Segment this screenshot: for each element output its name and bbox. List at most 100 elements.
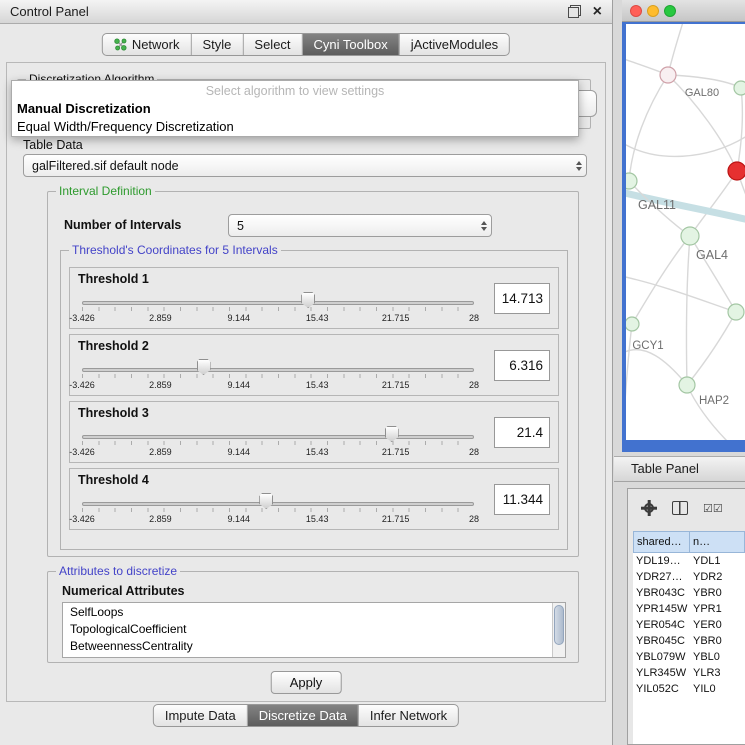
slider-ticks bbox=[82, 441, 474, 445]
attributes-group-title: Attributes to discretize bbox=[56, 564, 180, 578]
column-header[interactable]: n… bbox=[690, 531, 745, 553]
close-traffic-light-icon[interactable] bbox=[630, 5, 642, 17]
scale-label: 28 bbox=[469, 514, 479, 524]
cell-name: YBR0 bbox=[690, 633, 745, 649]
network-node[interactable] bbox=[728, 304, 744, 320]
scale-label: 2.859 bbox=[149, 313, 172, 323]
table-data-select[interactable]: galFiltered.sif default node bbox=[23, 154, 587, 177]
node-label-gal11: GAL11 bbox=[638, 198, 676, 212]
slider-track[interactable] bbox=[82, 435, 474, 439]
tab-discretize-data[interactable]: Discretize Data bbox=[247, 705, 358, 726]
scale-label: 21.715 bbox=[382, 514, 410, 524]
columns-icon[interactable] bbox=[672, 501, 688, 515]
slider-thumb[interactable] bbox=[301, 292, 315, 308]
network-node[interactable] bbox=[660, 67, 676, 83]
tab-cyni-toolbox[interactable]: Cyni Toolbox bbox=[302, 34, 399, 55]
select-columns-icon[interactable]: ☑☑ bbox=[703, 502, 723, 515]
network-node[interactable] bbox=[734, 81, 745, 95]
number-of-intervals-label: Number of Intervals bbox=[64, 218, 181, 232]
column-header[interactable]: shared… bbox=[633, 531, 690, 553]
table-row[interactable]: YBL079WYBL0 bbox=[633, 649, 745, 665]
cell-shared-name: YER054C bbox=[633, 617, 690, 633]
network-node[interactable] bbox=[679, 377, 695, 393]
attribute-item-betweennesscentrality[interactable]: BetweennessCentrality bbox=[63, 638, 552, 655]
attribute-item-topologicalcoefficient[interactable]: TopologicalCoefficient bbox=[63, 621, 552, 638]
stepper-icon[interactable] bbox=[576, 161, 582, 171]
network-icon bbox=[114, 38, 127, 51]
scale-label: -3.426 bbox=[69, 313, 95, 323]
table-row[interactable]: YBR045CYBR0 bbox=[633, 633, 745, 649]
stepper-icon[interactable] bbox=[481, 221, 487, 231]
cell-shared-name: YLR345W bbox=[633, 665, 690, 681]
network-view-window: GAL80GAL11GAL4GCY1HAP2 bbox=[622, 0, 745, 452]
network-canvas[interactable]: GAL80GAL11GAL4GCY1HAP2 bbox=[626, 24, 745, 440]
threshold-slider[interactable]: -3.4262.8599.14415.4321.71528 bbox=[82, 491, 474, 529]
attributes-group: Attributes to discretize Numerical Attri… bbox=[47, 571, 579, 663]
scale-label: 15.43 bbox=[306, 447, 329, 457]
table-row[interactable]: YPR145WYPR1 bbox=[633, 601, 745, 617]
scale-label: 9.144 bbox=[228, 380, 251, 390]
table-row[interactable]: YBR043CYBR0 bbox=[633, 585, 745, 601]
tab-select[interactable]: Select bbox=[242, 34, 301, 55]
network-edge bbox=[687, 312, 736, 385]
slider-thumb[interactable] bbox=[197, 359, 211, 375]
network-edge bbox=[629, 75, 668, 181]
table-toolbar: ☑☑ bbox=[628, 493, 745, 523]
table-row[interactable]: YDR27…YDR2 bbox=[633, 569, 745, 585]
tab-label: Cyni Toolbox bbox=[314, 37, 388, 52]
apply-button[interactable]: Apply bbox=[271, 671, 342, 694]
threshold-slider[interactable]: -3.4262.8599.14415.4321.71528 bbox=[82, 290, 474, 328]
attributes-scrollbar[interactable] bbox=[552, 603, 565, 657]
threshold-slider[interactable]: -3.4262.8599.14415.4321.71528 bbox=[82, 357, 474, 395]
float-window-icon[interactable] bbox=[568, 5, 581, 18]
network-edge bbox=[737, 88, 742, 171]
scale-label: -3.426 bbox=[69, 514, 95, 524]
table-row[interactable]: YLR345WYLR3 bbox=[633, 665, 745, 681]
threshold-value-input[interactable]: 11.344 bbox=[494, 484, 550, 515]
slider-thumb[interactable] bbox=[385, 426, 399, 442]
table-row[interactable]: YDL19…YDL1 bbox=[633, 553, 745, 569]
algorithm-option-equal-width-frequency-discretization[interactable]: Equal Width/Frequency Discretization bbox=[15, 118, 575, 136]
network-edge bbox=[632, 236, 690, 324]
bottom-tab-bar: Impute Data Discretize Data Infer Network bbox=[153, 704, 459, 727]
scrollbar-thumb[interactable] bbox=[554, 605, 564, 645]
gear-icon[interactable] bbox=[641, 500, 657, 516]
algorithm-option-manual-discretization[interactable]: Manual Discretization bbox=[15, 100, 575, 118]
zoom-traffic-light-icon[interactable] bbox=[664, 5, 676, 17]
cyni-toolbox-panel: Discretization Algorithm Select algorith… bbox=[6, 62, 606, 702]
algorithm-options: Manual DiscretizationEqual Width/Frequen… bbox=[15, 100, 575, 136]
threshold-value-input[interactable]: 21.4 bbox=[494, 417, 550, 448]
attributes-list[interactable]: SelfLoopsTopologicalCoefficientBetweenne… bbox=[62, 602, 566, 658]
minimize-traffic-light-icon[interactable] bbox=[647, 5, 659, 17]
table-panel-window: ☑☑ shared… n… YDL19…YDL1YDR27…YDR2YBR043… bbox=[627, 488, 745, 745]
table-row[interactable]: YIL052CYIL0 bbox=[633, 681, 745, 697]
tab-style[interactable]: Style bbox=[191, 34, 243, 55]
algorithm-dropdown: Select algorithm to view settings Manual… bbox=[11, 80, 579, 137]
tab-jactivemodules[interactable]: jActiveModules bbox=[399, 34, 509, 55]
threshold-value-input[interactable]: 14.713 bbox=[494, 283, 550, 314]
slider-track[interactable] bbox=[82, 502, 474, 506]
slider-scale: -3.4262.8599.14415.4321.71528 bbox=[82, 514, 474, 526]
slider-track[interactable] bbox=[82, 301, 474, 305]
network-node[interactable] bbox=[626, 317, 639, 331]
number-of-intervals-select[interactable]: 5 bbox=[228, 214, 492, 237]
network-node[interactable] bbox=[626, 173, 637, 189]
network-node[interactable] bbox=[681, 227, 699, 245]
network-node[interactable] bbox=[728, 162, 745, 180]
slider-thumb[interactable] bbox=[259, 493, 273, 509]
cell-name: YPR1 bbox=[690, 601, 745, 617]
threshold-slider[interactable]: -3.4262.8599.14415.4321.71528 bbox=[82, 424, 474, 462]
cell-name: YDL1 bbox=[690, 553, 745, 569]
threshold-value-input[interactable]: 6.316 bbox=[494, 350, 550, 381]
tab-impute-data[interactable]: Impute Data bbox=[154, 705, 247, 726]
scale-label: 21.715 bbox=[382, 380, 410, 390]
attribute-item-selfloops[interactable]: SelfLoops bbox=[63, 604, 552, 621]
table-row[interactable]: YER054CYER0 bbox=[633, 617, 745, 633]
tab-label: Select bbox=[254, 37, 290, 52]
close-icon[interactable]: × bbox=[593, 4, 602, 20]
tab-network[interactable]: Network bbox=[103, 34, 191, 55]
tab-infer-network[interactable]: Infer Network bbox=[358, 705, 458, 726]
slider-track[interactable] bbox=[82, 368, 474, 372]
tab-label: Discretize Data bbox=[259, 708, 347, 723]
slider-scale: -3.4262.8599.14415.4321.71528 bbox=[82, 447, 474, 459]
